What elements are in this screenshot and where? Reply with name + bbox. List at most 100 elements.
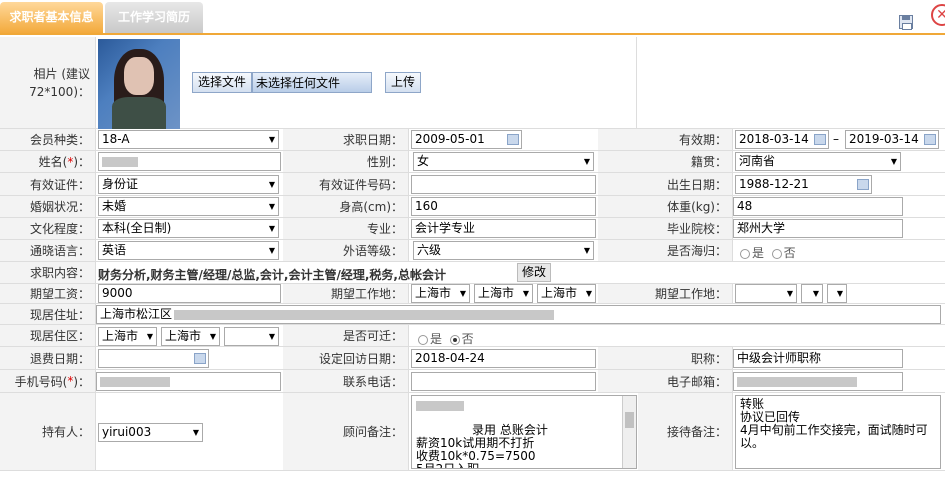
work-place-label: 期望工作地： xyxy=(283,284,409,303)
period-separator: – xyxy=(833,132,839,146)
work-place-2-label: 期望工作地： xyxy=(598,284,733,303)
lang-level-label: 外语等级： xyxy=(283,240,409,261)
consult-note-textarea[interactable]: 录用 总账会计 薪资10k试用期不打折 收费10k*0.75=7500 5月2日… xyxy=(411,395,637,469)
work-place-2-select-2[interactable]: ▼ xyxy=(801,284,823,303)
email-input[interactable] xyxy=(733,372,903,391)
calendar-icon[interactable] xyxy=(194,353,206,364)
calendar-icon[interactable] xyxy=(507,134,519,145)
holder-label: 持有人： xyxy=(0,393,96,470)
area-label: 现居住区： xyxy=(0,325,96,346)
work-place-select-1[interactable]: 上海市 ▼ xyxy=(411,284,470,303)
phone-input[interactable] xyxy=(411,372,596,391)
relocate-label: 是否可迁： xyxy=(283,325,409,346)
relocate-no-radio[interactable] xyxy=(449,334,460,345)
overseas-no-label: 否 xyxy=(783,246,796,260)
row-language: 通晓语言： 英语 ▼ 外语等级： 六级 ▼ 是否海归： 是 否 xyxy=(0,240,945,262)
salary-input[interactable]: 9000 xyxy=(98,284,281,303)
native-select[interactable]: 河南省 ▼ xyxy=(735,152,901,171)
apply-date-input[interactable]: 2009-05-01 xyxy=(411,130,522,149)
area-select-1[interactable]: 上海市 ▼ xyxy=(98,327,157,346)
school-label: 毕业院校： xyxy=(598,218,733,239)
title-input[interactable]: 中级会计师职称 xyxy=(733,349,903,368)
apply-date-label: 求职日期： xyxy=(283,129,409,150)
consult-note-label: 顾问备注： xyxy=(283,393,409,470)
overseas-no-radio[interactable] xyxy=(771,248,782,259)
valid-start-input[interactable]: 2018-03-14 xyxy=(735,130,829,149)
birth-input[interactable]: 1988-12-21 xyxy=(735,175,872,194)
address-input[interactable]: 上海市松江区 xyxy=(96,305,941,324)
language-select[interactable]: 英语 ▼ xyxy=(98,241,279,260)
weight-label: 体重(kg)： xyxy=(598,196,733,217)
refund-date-label: 退费日期： xyxy=(0,347,96,369)
relocate-radio-group: 是 否 xyxy=(418,330,474,347)
major-input[interactable]: 会计学专业 xyxy=(411,219,596,238)
address-label: 现居住址： xyxy=(0,304,96,324)
save-icon[interactable] xyxy=(899,15,913,30)
work-place-2-select-1[interactable]: ▼ xyxy=(735,284,797,303)
valid-end-input[interactable]: 2019-03-14 xyxy=(845,130,939,149)
gender-label: 性别： xyxy=(283,151,409,172)
row-member-type: 会员种类： 18-A ▼ 求职日期： 2009-05-01 有效期： 2018-0… xyxy=(0,129,945,151)
name-label: 姓名(*)： xyxy=(0,151,96,172)
row-notes: 持有人： yirui003 ▼ 顾问备注： 录用 总账会计 薪资10k试用期不打折… xyxy=(0,393,945,471)
id-type-label: 有效证件： xyxy=(0,173,96,195)
relocate-yes-radio[interactable] xyxy=(418,334,428,345)
row-mobile: 手机号码(*)： 联系电话： 电子邮箱： xyxy=(0,370,945,393)
redacted-text xyxy=(416,400,464,411)
mobile-input[interactable] xyxy=(96,372,281,391)
page-root: 求职者基本信息 工作学习简历 ✕ 相片 (建议72*100)： 选择文件 未选择… xyxy=(0,0,945,478)
tab-basic-info[interactable]: 求职者基本信息 xyxy=(0,2,103,33)
revisit-date-input[interactable]: 2018-04-24 xyxy=(411,349,596,368)
overseas-yes-radio[interactable] xyxy=(740,248,750,259)
refund-date-input[interactable] xyxy=(98,349,209,368)
gender-select[interactable]: 女 ▼ xyxy=(413,152,594,171)
job-content-label: 求职内容： xyxy=(0,262,96,283)
row-marital: 婚姻状况： 未婚 ▼ 身高(cm)： 160 体重(kg)： 48 xyxy=(0,196,945,218)
area-select-3[interactable]: ▼ xyxy=(224,327,279,346)
job-content-value: 财务分析,财务主管/经理/总监,会计,会计主管/经理,税务,总帐会计 xyxy=(98,268,446,282)
relocate-yes-label: 是 xyxy=(430,332,443,346)
redacted-text xyxy=(102,156,138,167)
name-input[interactable] xyxy=(98,152,281,171)
mobile-label: 手机号码(*)： xyxy=(0,370,96,392)
upload-button[interactable]: 上传 xyxy=(385,72,421,93)
holder-select[interactable]: yirui003 ▼ xyxy=(98,423,203,442)
work-place-select-2[interactable]: 上海市 ▼ xyxy=(474,284,533,303)
tab-bar: 求职者基本信息 工作学习简历 ✕ xyxy=(0,0,945,35)
birth-label: 出生日期： xyxy=(598,173,733,195)
close-icon[interactable]: ✕ xyxy=(931,4,945,26)
weight-input[interactable]: 48 xyxy=(733,197,903,216)
member-type-label: 会员种类： xyxy=(0,129,96,150)
phone-label: 联系电话： xyxy=(283,370,409,392)
row-refund: 退费日期： 设定回访日期： 2018-04-24 职称： 中级会计师职称 xyxy=(0,347,945,370)
revisit-date-label: 设定回访日期： xyxy=(283,347,409,369)
calendar-icon[interactable] xyxy=(857,179,869,190)
redacted-text xyxy=(174,309,555,320)
member-type-select[interactable]: 18-A ▼ xyxy=(98,130,279,149)
native-label: 籍贯： xyxy=(598,151,733,172)
work-place-2-select-3[interactable]: ▼ xyxy=(827,284,847,303)
work-place-select-3[interactable]: 上海市 ▼ xyxy=(537,284,596,303)
calendar-icon[interactable] xyxy=(924,134,936,145)
id-type-select[interactable]: 身份证 ▼ xyxy=(98,175,279,194)
area-select-2[interactable]: 上海市 ▼ xyxy=(161,327,220,346)
lang-level-select[interactable]: 六级 ▼ xyxy=(413,241,594,260)
row-salary: 期望工资： 9000 期望工作地： 上海市 ▼ 上海市 ▼ 上海市 ▼ 期望工作地： … xyxy=(0,284,945,304)
id-number-input[interactable] xyxy=(411,175,596,194)
row-area: 现居住区： 上海市 ▼ 上海市 ▼ ▼ 是否可迁： 是 否 xyxy=(0,325,945,347)
edit-job-button[interactable]: 修改 xyxy=(517,263,551,282)
row-id: 有效证件： 身份证 ▼ 有效证件号码： 出生日期： 1988-12-21 xyxy=(0,173,945,196)
scrollbar[interactable] xyxy=(622,396,636,468)
tab-resume[interactable]: 工作学习简历 xyxy=(105,2,203,33)
reception-note-textarea[interactable]: 转账 协议已回传 4月中旬前工作交接完，面试随时可以。 xyxy=(735,395,941,469)
photo-cell: 选择文件 未选择任何文件 上传 xyxy=(96,37,637,129)
choose-file-button[interactable]: 选择文件 xyxy=(192,72,252,93)
row-education: 文化程度： 本科(全日制) ▼ 专业： 会计学专业 毕业院校： 郑州大学 xyxy=(0,218,945,240)
education-select[interactable]: 本科(全日制) ▼ xyxy=(98,219,279,238)
profile-photo xyxy=(98,39,180,129)
major-label: 专业： xyxy=(283,218,409,239)
school-input[interactable]: 郑州大学 xyxy=(733,219,903,238)
calendar-icon[interactable] xyxy=(814,134,826,145)
height-input[interactable]: 160 xyxy=(411,197,596,216)
marital-select[interactable]: 未婚 ▼ xyxy=(98,197,279,216)
